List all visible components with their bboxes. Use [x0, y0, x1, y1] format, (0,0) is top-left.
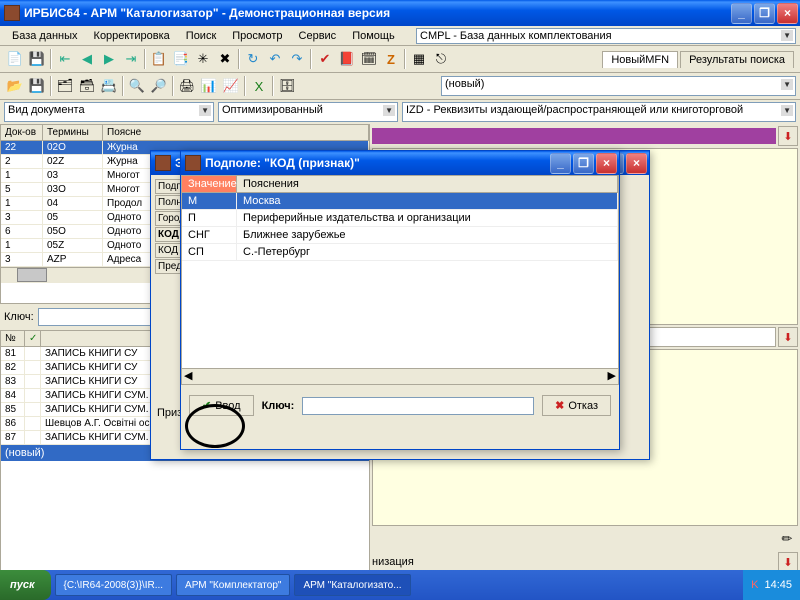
- tb-cal-icon[interactable]: 🗓: [358, 48, 380, 70]
- menu-view[interactable]: Просмотр: [224, 28, 290, 44]
- modal2-close[interactable]: ×: [596, 153, 617, 174]
- tb2-save-icon[interactable]: 💾: [26, 75, 48, 97]
- tb-prev-icon[interactable]: ◀: [76, 48, 98, 70]
- tb-del-icon[interactable]: ✖: [214, 48, 236, 70]
- col-explain[interactable]: Пояснения: [237, 176, 618, 193]
- menu-service[interactable]: Сервис: [291, 28, 345, 44]
- drop-btn-2[interactable]: ⬇: [778, 327, 798, 347]
- tb-z-icon[interactable]: Z: [380, 48, 402, 70]
- modal2-hscroll[interactable]: ◀▶: [182, 368, 618, 384]
- menu-help[interactable]: Помощь: [344, 28, 403, 44]
- tb2-i8[interactable]: 🗄: [276, 75, 298, 97]
- app-icon: [4, 5, 20, 21]
- tb-copy-icon[interactable]: 📋: [148, 48, 170, 70]
- pencil-icon[interactable]: ✏: [776, 528, 798, 550]
- vvod-button[interactable]: ✔Ввод: [189, 395, 254, 416]
- modal-subfield: Подполе: "КОД (признак)" _ ❐ × Значение …: [180, 150, 620, 450]
- key-label: Ключ:: [4, 311, 34, 323]
- izd-combo[interactable]: IZD - Реквизиты издающей/распространяюще…: [402, 102, 796, 122]
- toolbar-2: 📂 💾 🗂 🗃 📇 🔍 🔎 🖨 📊 📈 X 🗄 (новый): [0, 73, 800, 100]
- main-titlebar: ИРБИС64 - АРМ "Каталогизатор" - Демонстр…: [0, 0, 800, 26]
- col-expl[interactable]: Поясне: [103, 125, 369, 140]
- task-3[interactable]: АРМ "Каталогизато...: [294, 574, 410, 596]
- toolbar-1: 📄 💾 ⇤ ◀ ▶ ⇥ 📋 📑 ✳ ✖ ↻ ↶ ↷ ✔ 📕 🗓 Z ▦ ⎋ Но…: [0, 46, 800, 73]
- task-2[interactable]: АРМ "Комплектатор": [176, 574, 290, 596]
- tb-new-icon[interactable]: 📄: [4, 48, 26, 70]
- minimize-button[interactable]: _: [731, 3, 752, 24]
- modal2-key-label: Ключ:: [262, 400, 295, 412]
- tab-new-mfn[interactable]: НовыйMFN: [602, 51, 678, 68]
- tray[interactable]: K 14:45: [743, 570, 800, 600]
- tb2-i1[interactable]: 🗂: [54, 75, 76, 97]
- window-title: ИРБИС64 - АРМ "Каталогизатор" - Демонстр…: [24, 6, 731, 20]
- purple-bar: [372, 128, 776, 144]
- tb-first-icon[interactable]: ⇤: [54, 48, 76, 70]
- tb-refresh-icon[interactable]: ↻: [242, 48, 264, 70]
- start-button[interactable]: пуск: [0, 570, 51, 600]
- subfield-row[interactable]: СНГБлижнее зарубежье: [182, 227, 618, 244]
- tb2-i3[interactable]: 📇: [98, 75, 120, 97]
- col-terms[interactable]: Термины: [43, 125, 103, 140]
- task-1[interactable]: {C:\IR64-2008(3)}\IR...: [55, 574, 173, 596]
- tb2-i6[interactable]: 📊: [198, 75, 220, 97]
- modal1-close[interactable]: ×: [626, 153, 647, 174]
- tb-layout-icon[interactable]: ▦: [408, 48, 430, 70]
- drop-btn-1[interactable]: ⬇: [778, 126, 798, 146]
- taskbar: пуск {C:\IR64-2008(3)}\IR... АРМ "Компле…: [0, 570, 800, 600]
- tb-paste-icon[interactable]: 📑: [170, 48, 192, 70]
- tb2-open-icon[interactable]: 📂: [4, 75, 26, 97]
- combo-row: Вид документа Оптимизированный IZD - Рек…: [0, 100, 800, 124]
- modal2-title: Подполе: "КОД (признак)": [205, 156, 550, 170]
- close-button[interactable]: ×: [777, 3, 798, 24]
- tb2-print-icon[interactable]: 🖨: [176, 75, 198, 97]
- drop-btn-3[interactable]: ⬇: [778, 552, 798, 572]
- subfield-row[interactable]: СПС.-Петербург: [182, 244, 618, 261]
- tb-next-icon[interactable]: ▶: [98, 48, 120, 70]
- menu-db[interactable]: База данных: [4, 28, 86, 44]
- cancel-button[interactable]: ✖Отказ: [542, 395, 611, 416]
- modal2-max[interactable]: ❐: [573, 153, 594, 174]
- tb-save-icon[interactable]: 💾: [26, 48, 48, 70]
- org-suffix-field: низация: [372, 556, 776, 568]
- menu-corr[interactable]: Корректировка: [86, 28, 178, 44]
- tb2-i5[interactable]: 🔎: [148, 75, 170, 97]
- menu-search[interactable]: Поиск: [178, 28, 224, 44]
- tb-undo-icon[interactable]: ↶: [264, 48, 286, 70]
- tb-book-icon[interactable]: 📕: [336, 48, 358, 70]
- modal2-key-input[interactable]: [302, 397, 534, 415]
- modal2-min[interactable]: _: [550, 153, 571, 174]
- col-num[interactable]: №: [1, 331, 25, 347]
- db-select[interactable]: CMPL - База данных комплектования: [416, 28, 796, 44]
- tb-check-icon[interactable]: ✔: [314, 48, 336, 70]
- subfield-row[interactable]: ММосква: [182, 193, 618, 210]
- tb2-i7[interactable]: 📈: [220, 75, 242, 97]
- tray-time: 14:45: [764, 579, 792, 591]
- subfield-grid[interactable]: Значение Пояснения ММоскваППериферийные …: [181, 175, 619, 385]
- tb-last-icon[interactable]: ⇥: [120, 48, 142, 70]
- tb2-excel-icon[interactable]: X: [248, 75, 270, 97]
- tray-k-icon: K: [751, 579, 758, 591]
- tb2-i2[interactable]: 🗃: [76, 75, 98, 97]
- new-combo[interactable]: (новый): [441, 76, 796, 96]
- tab-results[interactable]: Результаты поиска: [680, 51, 794, 68]
- opt-combo[interactable]: Оптимизированный: [218, 102, 398, 122]
- col-docs[interactable]: Док-ов: [1, 125, 43, 140]
- col-check[interactable]: ✓: [25, 331, 41, 347]
- menubar: База данных Корректировка Поиск Просмотр…: [0, 26, 800, 46]
- tb-new2-icon[interactable]: ✳: [192, 48, 214, 70]
- tb-exit-icon[interactable]: ⎋: [430, 48, 452, 70]
- modal1-icon: [155, 155, 171, 171]
- tb2-i4[interactable]: 🔍: [126, 75, 148, 97]
- maximize-button[interactable]: ❐: [754, 3, 775, 24]
- modal2-icon: [185, 155, 201, 171]
- view-doc-combo[interactable]: Вид документа: [4, 102, 214, 122]
- subfield-row[interactable]: ППериферийные издательства и организации: [182, 210, 618, 227]
- tb-redo-icon[interactable]: ↷: [286, 48, 308, 70]
- col-value[interactable]: Значение: [182, 176, 237, 193]
